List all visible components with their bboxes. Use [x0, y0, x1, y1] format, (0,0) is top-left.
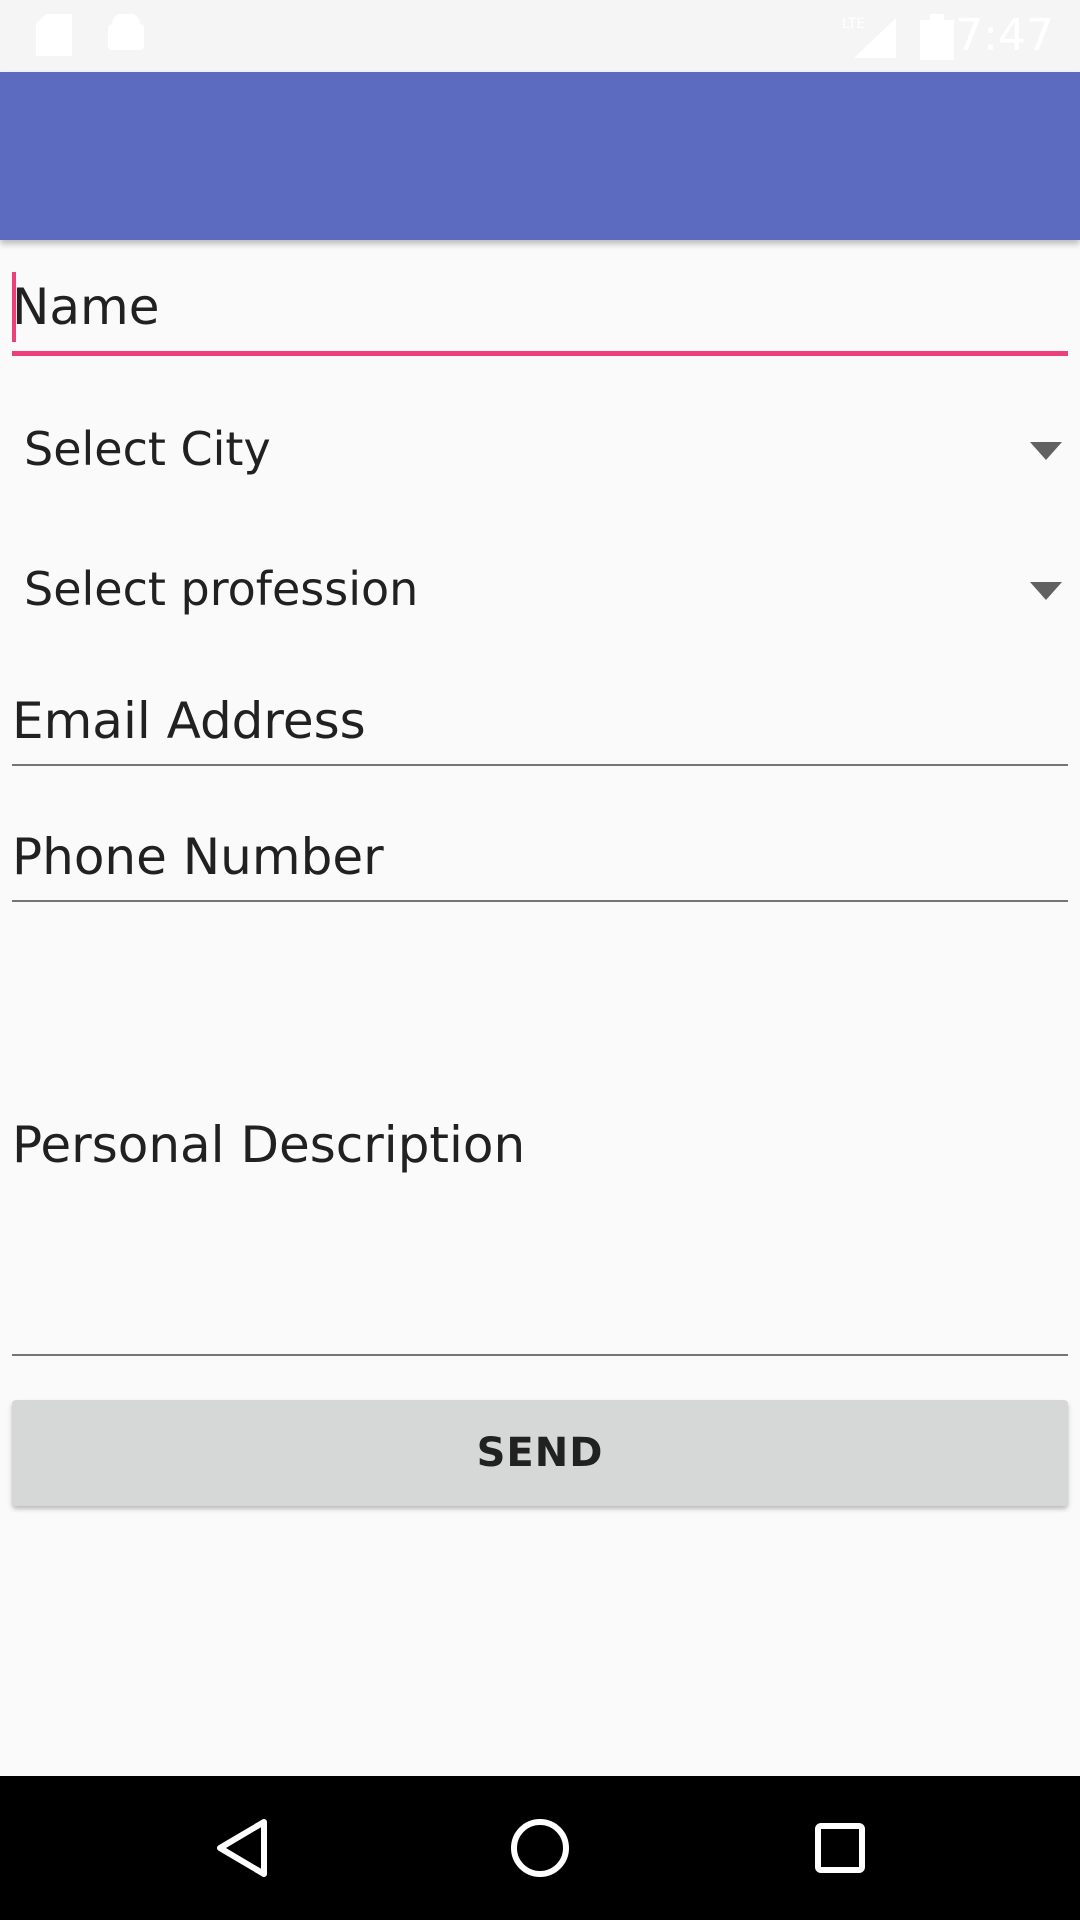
battery-icon: [920, 14, 954, 60]
city-spinner[interactable]: Select City: [12, 392, 1068, 512]
description-field[interactable]: Personal Description: [12, 940, 1068, 1356]
profession-spinner-label: Select profession: [24, 562, 419, 616]
name-field[interactable]: Name: [12, 268, 1068, 356]
phone-hint: Phone Number: [12, 828, 384, 886]
city-spinner-label: Select City: [24, 422, 271, 476]
back-icon[interactable]: [212, 1816, 272, 1880]
send-button[interactable]: SEND: [12, 1400, 1068, 1506]
screen: LTE 7:47 Name Select City Select profess…: [0, 0, 1080, 1920]
description-underline: [12, 1354, 1068, 1356]
status-time: 7:47: [955, 10, 1054, 61]
description-hint: Personal Description: [12, 1116, 526, 1174]
email-underline: [12, 764, 1068, 766]
status-bar: LTE 7:47: [0, 0, 1080, 72]
email-field[interactable]: Email Address: [12, 684, 1068, 766]
profession-spinner[interactable]: Select profession: [12, 532, 1068, 652]
svg-text:LTE: LTE: [842, 16, 865, 32]
dropdown-arrow-icon: [1030, 442, 1062, 460]
recents-icon[interactable]: [810, 1816, 870, 1880]
android-icon: [108, 14, 144, 50]
home-icon[interactable]: [508, 1816, 572, 1880]
sd-card-icon: [36, 14, 72, 56]
phone-underline: [12, 900, 1068, 902]
app-bar: [0, 72, 1080, 240]
phone-field[interactable]: Phone Number: [12, 820, 1068, 902]
lte-signal-icon: LTE: [842, 16, 896, 58]
name-hint: Name: [12, 278, 160, 336]
email-hint: Email Address: [12, 692, 366, 750]
navigation-bar: [0, 1776, 1080, 1920]
dropdown-arrow-icon: [1030, 582, 1062, 600]
name-underline: [12, 351, 1068, 356]
